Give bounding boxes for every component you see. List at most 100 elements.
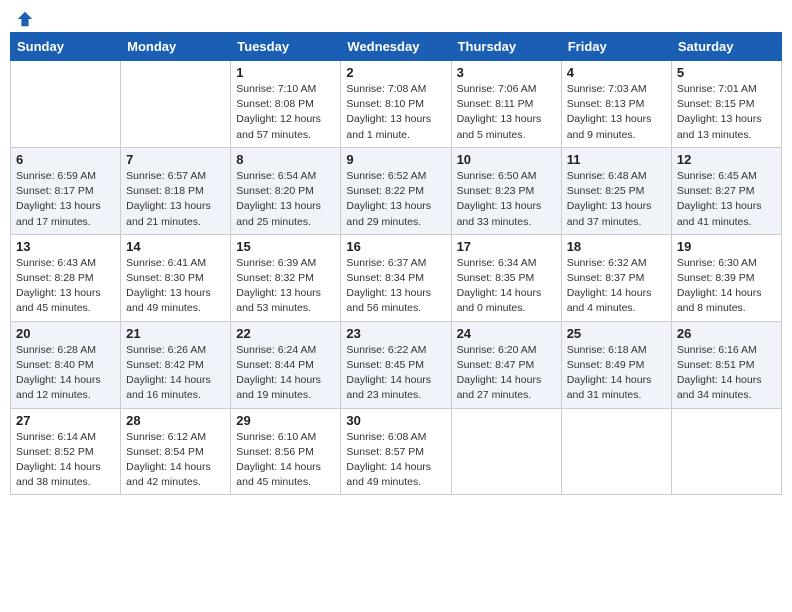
day-number: 12 (677, 152, 776, 167)
calendar-cell (121, 61, 231, 148)
day-detail: Sunrise: 6:22 AM Sunset: 8:45 PM Dayligh… (346, 343, 445, 404)
calendar-week-row: 20 Sunrise: 6:28 AM Sunset: 8:40 PM Dayli… (11, 321, 782, 408)
calendar-cell: 2 Sunrise: 7:08 AM Sunset: 8:10 PM Daylig… (341, 61, 451, 148)
calendar-cell: 17 Sunrise: 6:34 AM Sunset: 8:35 PM Dayli… (451, 234, 561, 321)
day-detail: Sunrise: 6:57 AM Sunset: 8:18 PM Dayligh… (126, 169, 225, 230)
weekday-header: Wednesday (341, 33, 451, 61)
calendar-cell: 10 Sunrise: 6:50 AM Sunset: 8:23 PM Dayli… (451, 147, 561, 234)
weekday-header: Thursday (451, 33, 561, 61)
day-detail: Sunrise: 6:48 AM Sunset: 8:25 PM Dayligh… (567, 169, 666, 230)
calendar-cell: 23 Sunrise: 6:22 AM Sunset: 8:45 PM Dayli… (341, 321, 451, 408)
day-number: 22 (236, 326, 335, 341)
calendar: SundayMondayTuesdayWednesdayThursdayFrid… (10, 32, 782, 495)
day-number: 15 (236, 239, 335, 254)
logo (14, 10, 34, 24)
calendar-cell: 5Sunrise: 7:01 AM Sunset: 8:15 PM Daylig… (671, 61, 781, 148)
day-number: 24 (457, 326, 556, 341)
calendar-cell: 9Sunrise: 6:52 AM Sunset: 8:22 PM Daylig… (341, 147, 451, 234)
weekday-header: Monday (121, 33, 231, 61)
calendar-cell: 20 Sunrise: 6:28 AM Sunset: 8:40 PM Dayli… (11, 321, 121, 408)
day-detail: Sunrise: 6:28 AM Sunset: 8:40 PM Dayligh… (16, 343, 115, 404)
day-number: 10 (457, 152, 556, 167)
day-detail: Sunrise: 6:14 AM Sunset: 8:52 PM Dayligh… (16, 430, 115, 491)
calendar-cell: 22 Sunrise: 6:24 AM Sunset: 8:44 PM Dayli… (231, 321, 341, 408)
calendar-cell: 6 Sunrise: 6:59 AM Sunset: 8:17 PM Daylig… (11, 147, 121, 234)
day-detail: Sunrise: 6:43 AM Sunset: 8:28 PM Dayligh… (16, 256, 115, 317)
calendar-cell: 25 Sunrise: 6:18 AM Sunset: 8:49 PM Dayli… (561, 321, 671, 408)
weekday-header: Sunday (11, 33, 121, 61)
day-detail: Sunrise: 6:16 AM Sunset: 8:51 PM Dayligh… (677, 343, 776, 404)
day-number: 20 (16, 326, 115, 341)
day-detail: Sunrise: 6:37 AM Sunset: 8:34 PM Dayligh… (346, 256, 445, 317)
calendar-header-row: SundayMondayTuesdayWednesdayThursdayFrid… (11, 33, 782, 61)
weekday-header: Friday (561, 33, 671, 61)
day-number: 23 (346, 326, 445, 341)
day-number: 25 (567, 326, 666, 341)
day-number: 6 (16, 152, 115, 167)
day-number: 3 (457, 65, 556, 80)
calendar-cell: 30Sunrise: 6:08 AM Sunset: 8:57 PM Dayli… (341, 408, 451, 495)
day-number: 5 (677, 65, 776, 80)
calendar-cell: 18 Sunrise: 6:32 AM Sunset: 8:37 PM Dayli… (561, 234, 671, 321)
weekday-header: Saturday (671, 33, 781, 61)
day-detail: Sunrise: 6:39 AM Sunset: 8:32 PM Dayligh… (236, 256, 335, 317)
day-number: 18 (567, 239, 666, 254)
calendar-cell (11, 61, 121, 148)
day-number: 21 (126, 326, 225, 341)
calendar-week-row: 6 Sunrise: 6:59 AM Sunset: 8:17 PM Daylig… (11, 147, 782, 234)
day-number: 8 (236, 152, 335, 167)
day-number: 26 (677, 326, 776, 341)
calendar-cell: 11 Sunrise: 6:48 AM Sunset: 8:25 PM Dayli… (561, 147, 671, 234)
day-number: 19 (677, 239, 776, 254)
day-number: 1 (236, 65, 335, 80)
day-number: 11 (567, 152, 666, 167)
day-detail: Sunrise: 6:26 AM Sunset: 8:42 PM Dayligh… (126, 343, 225, 404)
page-header (10, 10, 782, 24)
calendar-cell: 19Sunrise: 6:30 AM Sunset: 8:39 PM Dayli… (671, 234, 781, 321)
day-detail: Sunrise: 6:54 AM Sunset: 8:20 PM Dayligh… (236, 169, 335, 230)
calendar-cell: 14 Sunrise: 6:41 AM Sunset: 8:30 PM Dayli… (121, 234, 231, 321)
day-number: 30 (346, 413, 445, 428)
day-detail: Sunrise: 6:24 AM Sunset: 8:44 PM Dayligh… (236, 343, 335, 404)
day-number: 28 (126, 413, 225, 428)
day-detail: Sunrise: 6:32 AM Sunset: 8:37 PM Dayligh… (567, 256, 666, 317)
calendar-cell: 24 Sunrise: 6:20 AM Sunset: 8:47 PM Dayli… (451, 321, 561, 408)
day-number: 17 (457, 239, 556, 254)
day-detail: Sunrise: 6:59 AM Sunset: 8:17 PM Dayligh… (16, 169, 115, 230)
calendar-cell: 8 Sunrise: 6:54 AM Sunset: 8:20 PM Daylig… (231, 147, 341, 234)
day-number: 27 (16, 413, 115, 428)
calendar-cell: 1Sunrise: 7:10 AM Sunset: 8:08 PM Daylig… (231, 61, 341, 148)
calendar-cell: 7 Sunrise: 6:57 AM Sunset: 8:18 PM Daylig… (121, 147, 231, 234)
day-detail: Sunrise: 6:34 AM Sunset: 8:35 PM Dayligh… (457, 256, 556, 317)
calendar-cell: 4Sunrise: 7:03 AM Sunset: 8:13 PM Daylig… (561, 61, 671, 148)
calendar-week-row: 27 Sunrise: 6:14 AM Sunset: 8:52 PM Dayli… (11, 408, 782, 495)
calendar-cell (451, 408, 561, 495)
day-detail: Sunrise: 6:41 AM Sunset: 8:30 PM Dayligh… (126, 256, 225, 317)
day-detail: Sunrise: 6:18 AM Sunset: 8:49 PM Dayligh… (567, 343, 666, 404)
logo-icon (16, 10, 34, 28)
calendar-cell: 21 Sunrise: 6:26 AM Sunset: 8:42 PM Dayli… (121, 321, 231, 408)
day-detail: Sunrise: 6:12 AM Sunset: 8:54 PM Dayligh… (126, 430, 225, 491)
calendar-cell: 26 Sunrise: 6:16 AM Sunset: 8:51 PM Dayli… (671, 321, 781, 408)
day-number: 14 (126, 239, 225, 254)
day-detail: Sunrise: 6:10 AM Sunset: 8:56 PM Dayligh… (236, 430, 335, 491)
day-number: 7 (126, 152, 225, 167)
calendar-cell: 15 Sunrise: 6:39 AM Sunset: 8:32 PM Dayli… (231, 234, 341, 321)
calendar-cell: 29 Sunrise: 6:10 AM Sunset: 8:56 PM Dayli… (231, 408, 341, 495)
day-number: 29 (236, 413, 335, 428)
calendar-cell (561, 408, 671, 495)
day-detail: Sunrise: 6:52 AM Sunset: 8:22 PM Dayligh… (346, 169, 445, 230)
day-detail: Sunrise: 7:08 AM Sunset: 8:10 PM Dayligh… (346, 82, 445, 143)
day-detail: Sunrise: 6:50 AM Sunset: 8:23 PM Dayligh… (457, 169, 556, 230)
calendar-week-row: 1Sunrise: 7:10 AM Sunset: 8:08 PM Daylig… (11, 61, 782, 148)
day-detail: Sunrise: 7:06 AM Sunset: 8:11 PM Dayligh… (457, 82, 556, 143)
day-number: 2 (346, 65, 445, 80)
day-number: 13 (16, 239, 115, 254)
day-detail: Sunrise: 6:20 AM Sunset: 8:47 PM Dayligh… (457, 343, 556, 404)
weekday-header: Tuesday (231, 33, 341, 61)
day-detail: Sunrise: 7:03 AM Sunset: 8:13 PM Dayligh… (567, 82, 666, 143)
calendar-cell: 12Sunrise: 6:45 AM Sunset: 8:27 PM Dayli… (671, 147, 781, 234)
calendar-cell: 3 Sunrise: 7:06 AM Sunset: 8:11 PM Daylig… (451, 61, 561, 148)
calendar-cell: 13 Sunrise: 6:43 AM Sunset: 8:28 PM Dayli… (11, 234, 121, 321)
calendar-cell (671, 408, 781, 495)
